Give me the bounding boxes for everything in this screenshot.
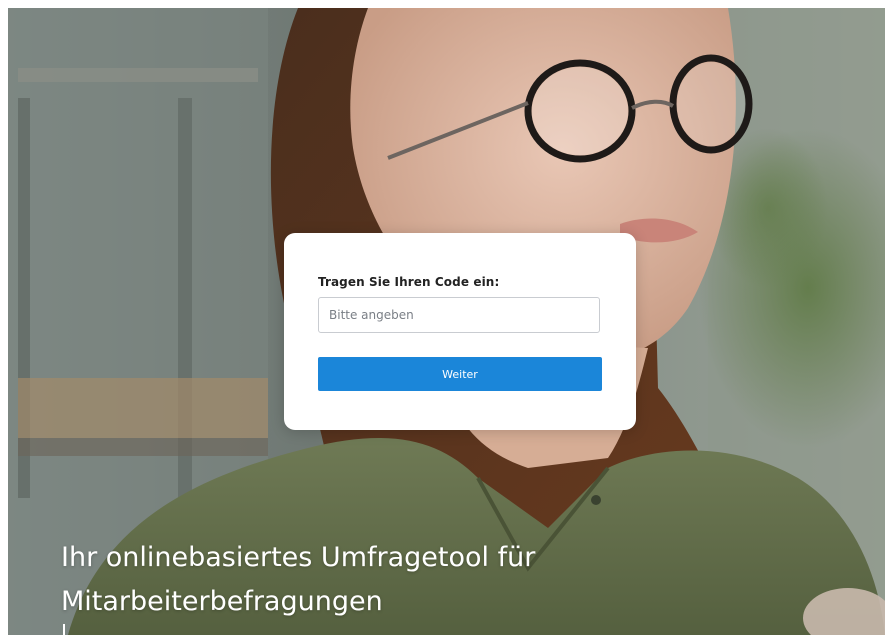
tagline-line-2: Mitarbeiterbefragungen	[61, 580, 821, 643]
code-entry-card: Tragen Sie Ihren Code ein: Weiter	[284, 233, 636, 430]
code-input[interactable]	[318, 297, 600, 333]
hero-tagline: Ihr onlinebasiertes Umfragetool für Mita…	[61, 536, 821, 643]
code-label: Tragen Sie Ihren Code ein:	[318, 275, 500, 289]
page: Tragen Sie Ihren Code ein: Weiter Ihr on…	[0, 0, 893, 643]
tagline-line-2-text: Mitarbeiterbefragungen	[61, 586, 383, 617]
tagline-line-1: Ihr onlinebasiertes Umfragetool für	[61, 542, 536, 573]
typing-cursor	[63, 624, 65, 643]
continue-button[interactable]: Weiter	[318, 357, 602, 391]
